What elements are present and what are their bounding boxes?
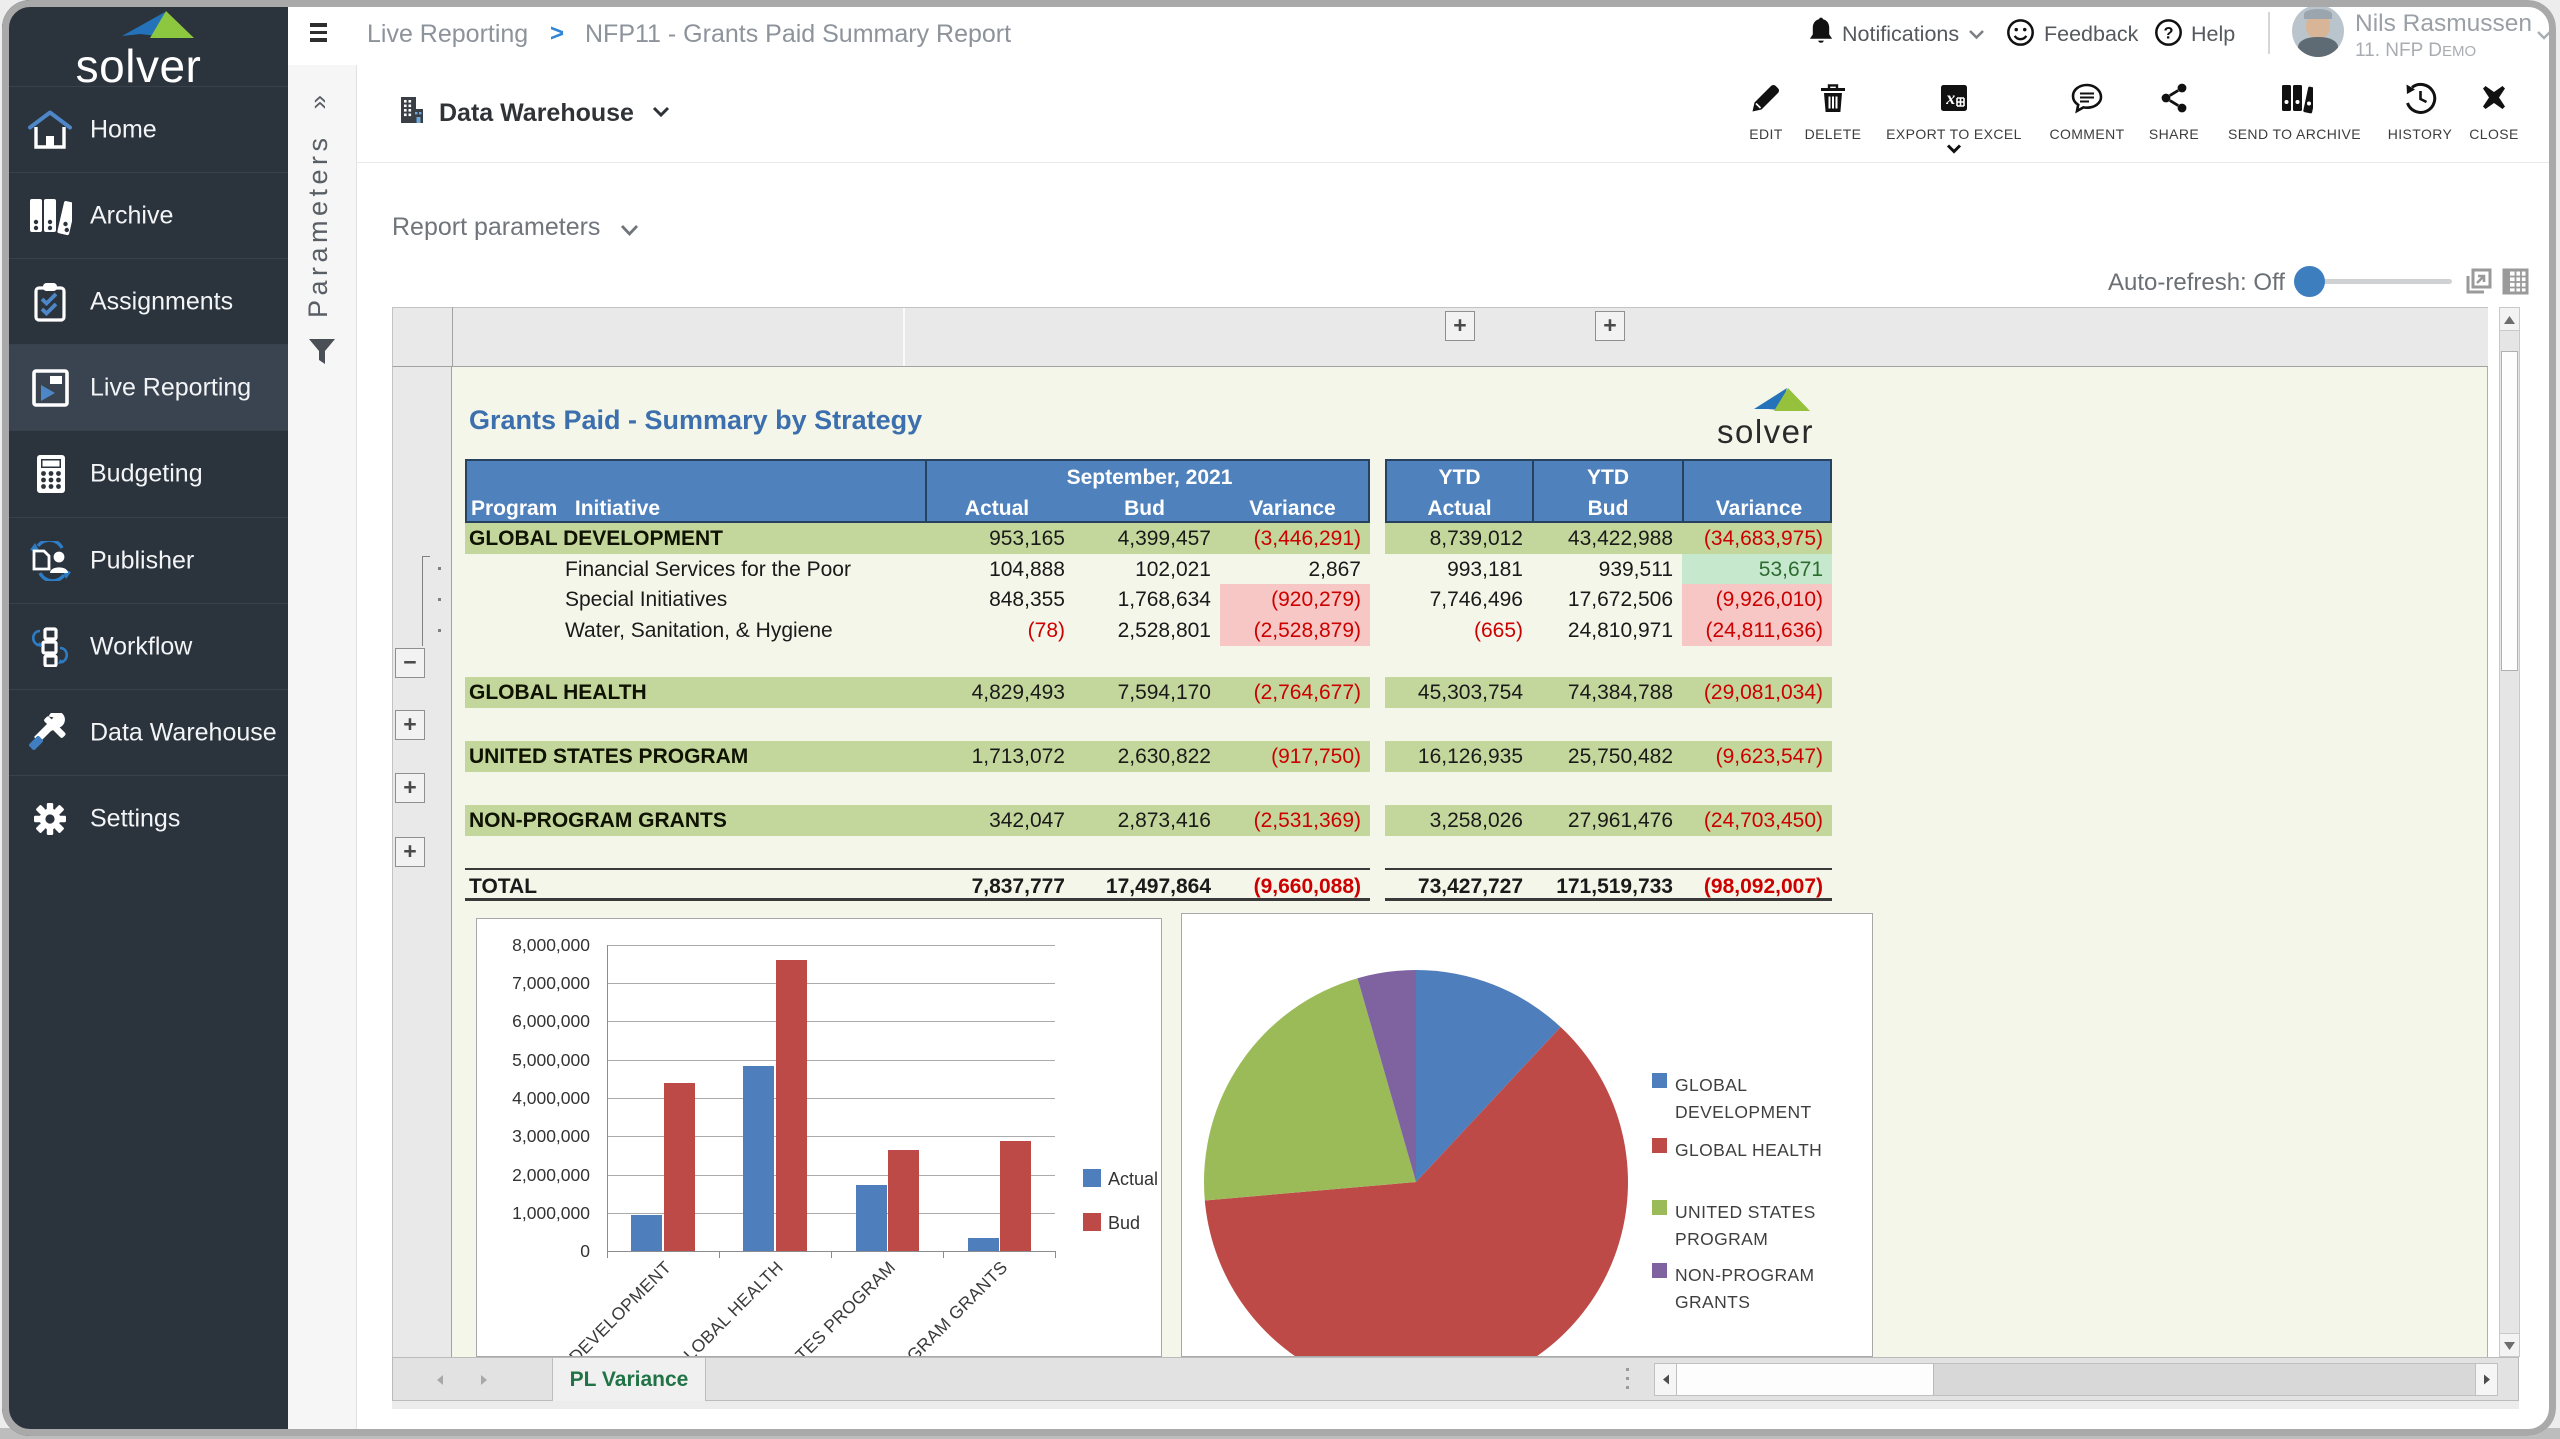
svg-text:?: ? xyxy=(2163,24,2173,42)
svg-text:x: x xyxy=(1945,88,1955,108)
